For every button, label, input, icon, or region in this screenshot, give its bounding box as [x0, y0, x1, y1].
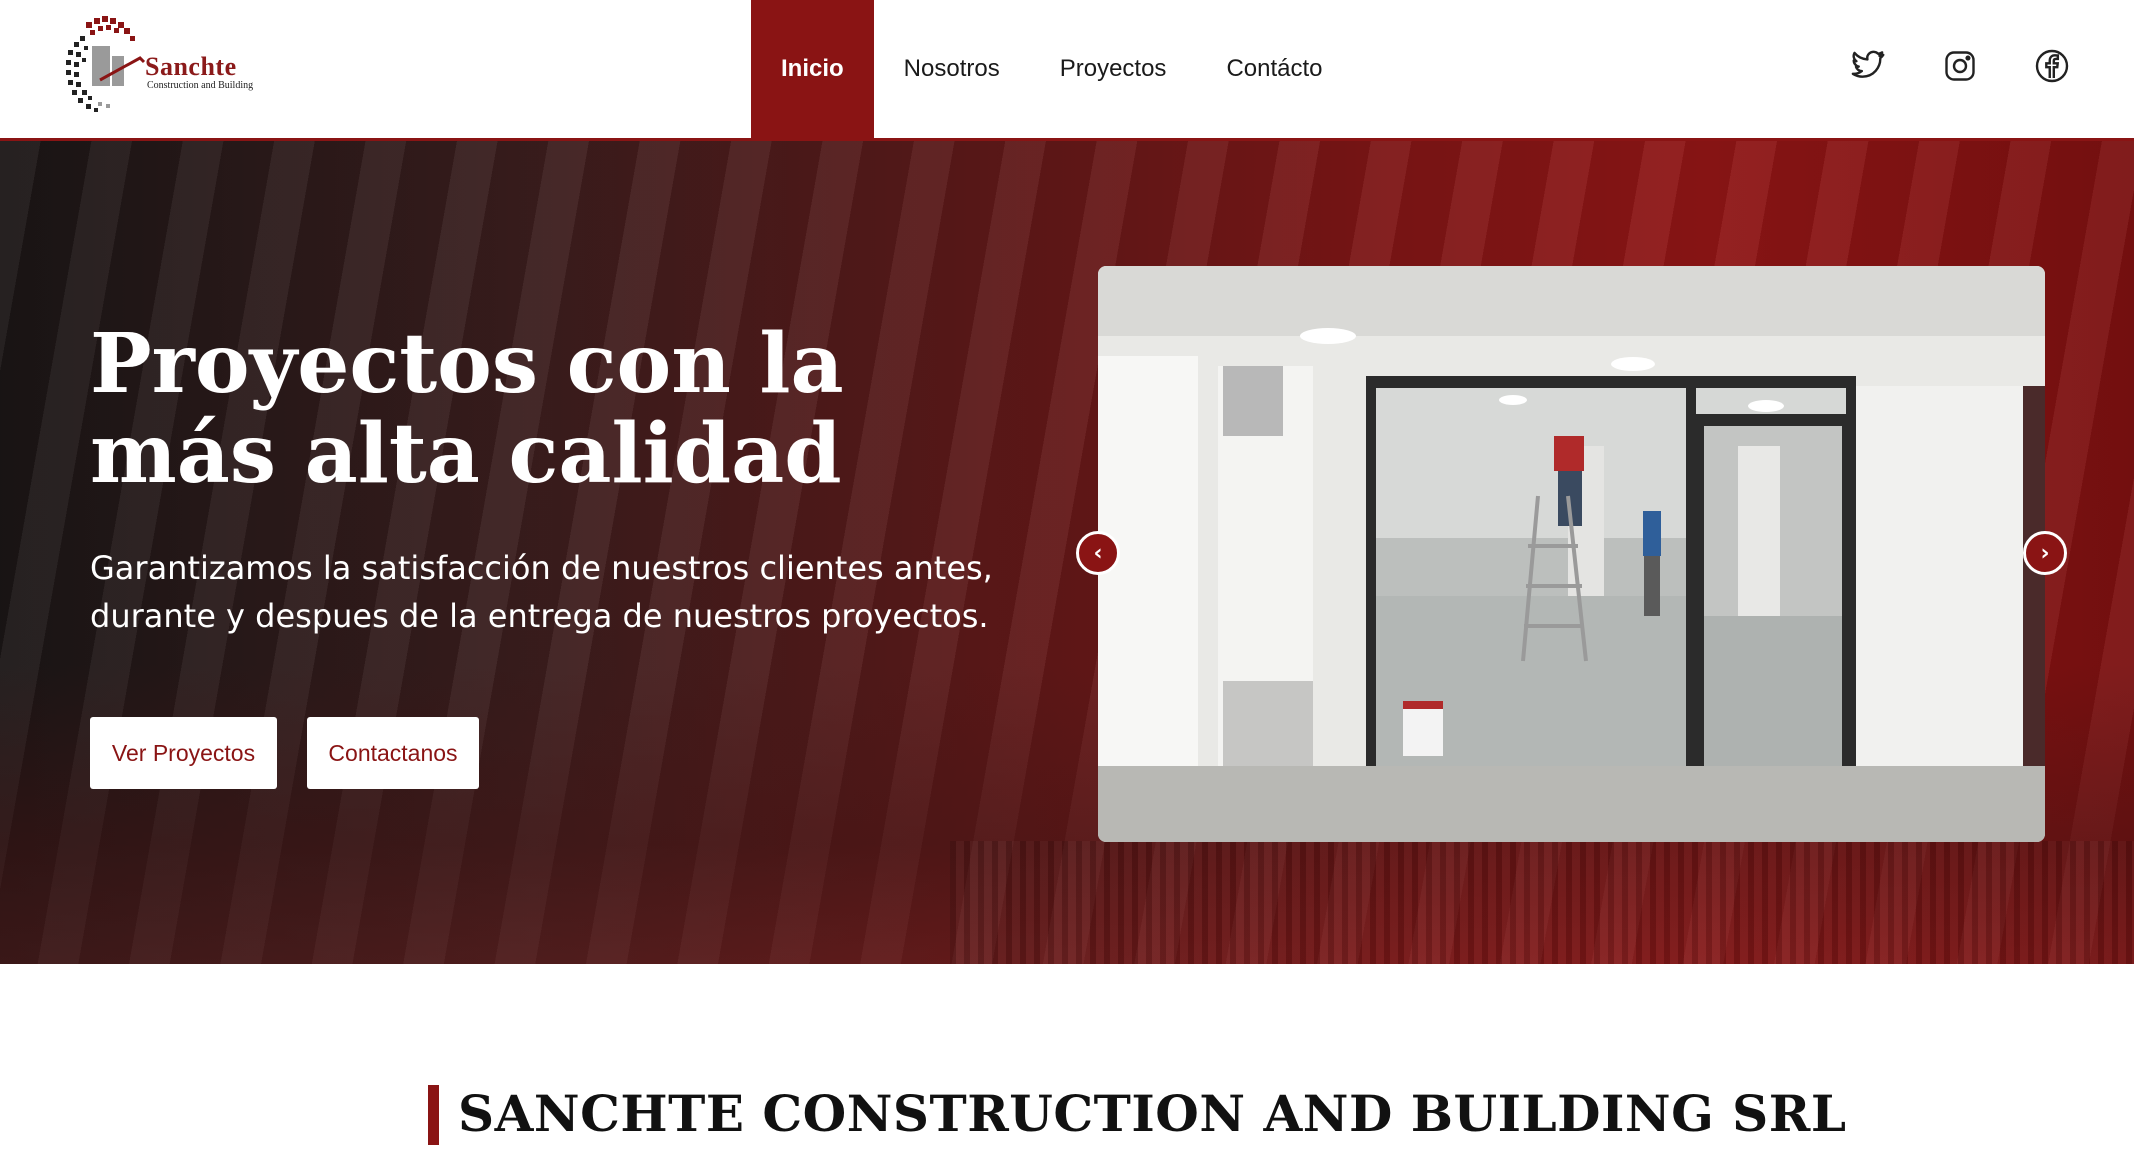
hero-background-curtain — [950, 841, 2134, 964]
nav-item-inicio[interactable]: Inicio — [751, 0, 874, 138]
carousel-prev-button[interactable]: ‹ — [1076, 531, 1120, 575]
hero-section: Proyectos con la más alta calidad Garant… — [0, 141, 2134, 964]
twitter-icon[interactable] — [1850, 48, 1886, 84]
social-links — [1850, 48, 2070, 84]
brand-tagline: Construction and Building — [147, 80, 254, 91]
hero-subtitle: Garantizamos la satisfacción de nuestros… — [90, 549, 993, 635]
instagram-icon[interactable] — [1942, 48, 1978, 84]
project-carousel[interactable] — [1098, 266, 2045, 842]
carousel-slide-image — [1098, 266, 2045, 842]
nav-item-contacto[interactable]: Contácto — [1196, 0, 1352, 138]
nav-item-proyectos[interactable]: Proyectos — [1030, 0, 1197, 138]
company-section-title: SANCHTE CONSTRUCTION AND BUILDING SRL — [458, 1084, 1847, 1143]
nav-item-nosotros[interactable]: Nosotros — [874, 0, 1030, 138]
view-projects-button[interactable]: Ver Proyectos — [90, 717, 277, 789]
carousel-next-button[interactable]: › — [2023, 531, 2067, 575]
brand-name: Sanchte — [145, 52, 237, 81]
facebook-icon[interactable] — [2034, 48, 2070, 84]
main-nav: Inicio Nosotros Proyectos Contácto — [751, 0, 1353, 138]
hero-title: Proyectos con la más alta calidad — [90, 316, 844, 502]
site-header: Sanchte Construction and Building Inicio… — [0, 0, 2134, 138]
section-title-accent — [428, 1085, 439, 1145]
contact-us-button[interactable]: Contactanos — [307, 717, 479, 789]
